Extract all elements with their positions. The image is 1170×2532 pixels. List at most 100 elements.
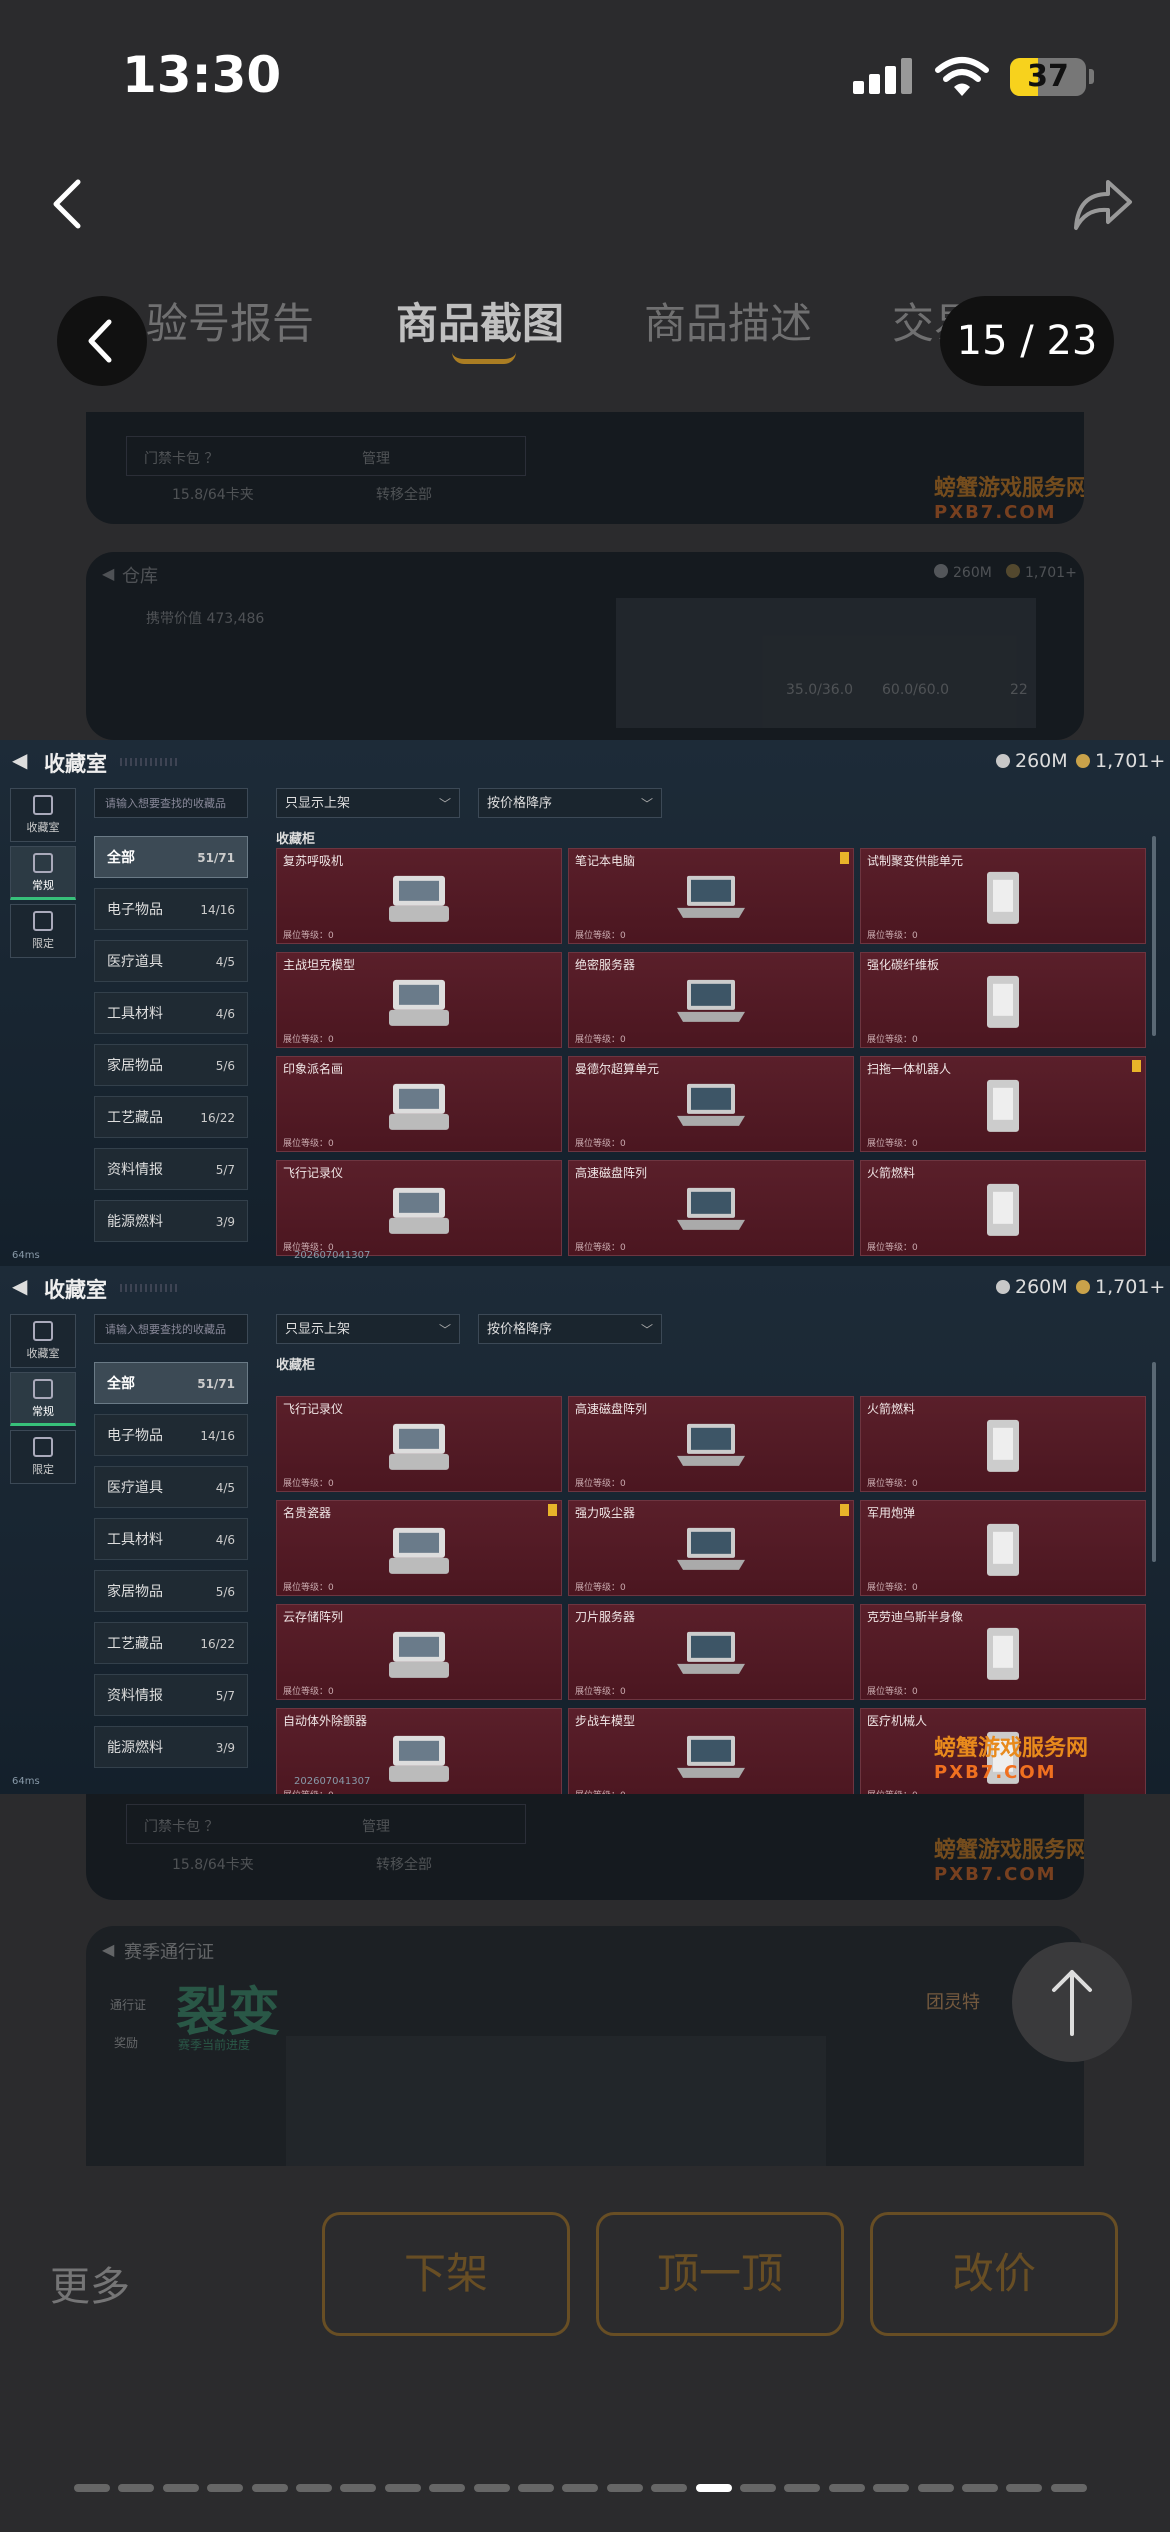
page-dot xyxy=(784,2484,821,2492)
collection-item[interactable]: 云存储阵列 展位等级：0 xyxy=(276,1604,562,1700)
category-item[interactable]: 资料情报 5/7 xyxy=(94,1148,248,1190)
gold-coin-icon xyxy=(1076,1280,1090,1294)
item-image-icon xyxy=(379,1728,459,1792)
back-icon[interactable] xyxy=(44,176,88,232)
collection-search-input[interactable]: 请输入想要查找的收藏品 xyxy=(94,1314,248,1344)
page-dot xyxy=(340,2484,377,2492)
filter-dropdown[interactable]: 只显示上架 ﹀ xyxy=(276,1314,460,1344)
tab-description[interactable]: 商品描述 xyxy=(644,290,812,351)
tab-inspection-report[interactable]: 验号报告 xyxy=(146,290,314,351)
section-title: 收藏柜 xyxy=(276,832,316,847)
item-image-icon xyxy=(379,1624,459,1688)
share-icon[interactable] xyxy=(1070,172,1134,236)
scroll-to-top-button[interactable] xyxy=(1012,1942,1132,2062)
game-side-tab[interactable]: 限定 xyxy=(10,904,76,958)
game-screenshot-2: ◀ 收藏室 260M 1,701+ 收藏室 常规 限定 请输入想要查找的收藏品 只显示上架 ﹀ 按价… xyxy=(0,1266,1170,1794)
category-item[interactable]: 医疗道具 4/5 xyxy=(94,1466,248,1508)
bump-button[interactable]: 顶一顶 xyxy=(596,2212,844,2336)
collection-item[interactable]: 高速磁盘阵列 展位等级：0 xyxy=(568,1396,854,1492)
category-item[interactable]: 全部 51/71 xyxy=(94,836,248,878)
collection-item[interactable]: 火箭燃料 展位等级：0 xyxy=(860,1396,1146,1492)
collection-item[interactable]: 试制聚变供能单元 展位等级：0 xyxy=(860,848,1146,944)
page-dot xyxy=(651,2484,688,2492)
category-item[interactable]: 电子物品 14/16 xyxy=(94,888,248,930)
category-item[interactable]: 资料情报 5/7 xyxy=(94,1674,248,1716)
game-side-tab[interactable]: 常规 xyxy=(10,1372,76,1426)
category-item[interactable]: 工具材料 4/6 xyxy=(94,992,248,1034)
sort-dropdown[interactable]: 按价格降序 ﹀ xyxy=(478,1314,662,1344)
arrow-up-icon xyxy=(1052,1970,1092,2036)
game-back-icon[interactable]: ◀ xyxy=(12,1274,27,1298)
item-image-icon xyxy=(379,868,459,932)
page-dot xyxy=(828,2484,865,2492)
game-title: 收藏室 xyxy=(44,1278,107,1302)
item-image-icon xyxy=(963,972,1043,1036)
category-item[interactable]: 工艺藏品 16/22 xyxy=(94,1096,248,1138)
collection-item[interactable]: 扫拖一体机器人 展位等级：0 xyxy=(860,1056,1146,1152)
tab-icon xyxy=(33,1379,53,1399)
collection-item[interactable]: 刀片服务器 展位等级：0 xyxy=(568,1604,854,1700)
collection-item[interactable]: 复苏呼吸机 展位等级：0 xyxy=(276,848,562,944)
viewer-back-button[interactable] xyxy=(57,296,147,386)
item-image-icon xyxy=(671,1728,751,1792)
sort-dropdown[interactable]: 按价格降序 ﹀ xyxy=(478,788,662,818)
collection-item[interactable]: 高速磁盘阵列 展位等级：0 xyxy=(568,1160,854,1256)
collection-item[interactable]: 军用炮弹 展位等级：0 xyxy=(860,1500,1146,1596)
tab-screenshots[interactable]: 商品截图 xyxy=(396,290,564,351)
collection-item[interactable]: 强力吸尘器 展位等级：0 xyxy=(568,1500,854,1596)
game-side-tab[interactable]: 收藏室 xyxy=(10,1314,76,1368)
tab-icon xyxy=(33,853,53,873)
more-button[interactable]: 更多 xyxy=(50,2254,130,2312)
tab-icon xyxy=(33,1437,53,1457)
collection-item[interactable]: 绝密服务器 展位等级：0 xyxy=(568,952,854,1048)
page-dot xyxy=(384,2484,421,2492)
category-item[interactable]: 能源燃料 3/9 xyxy=(94,1200,248,1242)
collection-item[interactable]: 名贵瓷器 展位等级：0 xyxy=(276,1500,562,1596)
alert-badge-icon xyxy=(1132,1060,1141,1072)
status-time: 13:30 xyxy=(122,46,282,104)
collection-item[interactable]: 主战坦克模型 展位等级：0 xyxy=(276,952,562,1048)
silver-currency: 260M xyxy=(996,1276,1068,1298)
category-item[interactable]: 家居物品 5/6 xyxy=(94,1044,248,1086)
game-title: 收藏室 xyxy=(44,752,107,776)
watermark: 螃蟹游戏服务网 PXB7.COM xyxy=(934,1736,1089,1783)
collection-item[interactable]: 飞行记录仪 展位等级：0 xyxy=(276,1160,562,1256)
category-item[interactable]: 工艺藏品 16/22 xyxy=(94,1622,248,1664)
image-counter: 15 / 23 xyxy=(940,296,1114,386)
change-price-button[interactable]: 改价 xyxy=(870,2212,1118,2336)
category-item[interactable]: 能源燃料 3/9 xyxy=(94,1726,248,1768)
filter-dropdown[interactable]: 只显示上架 ﹀ xyxy=(276,788,460,818)
collection-item[interactable]: 强化碳纤维板 展位等级：0 xyxy=(860,952,1146,1048)
silver-coin-icon xyxy=(996,1280,1010,1294)
cellular-signal-icon xyxy=(853,58,913,94)
collection-item[interactable]: 克劳迪乌斯半身像 展位等级：0 xyxy=(860,1604,1146,1700)
collection-item[interactable]: 曼德尔超算单元 展位等级：0 xyxy=(568,1056,854,1152)
game-side-tab[interactable]: 常规 xyxy=(10,846,76,900)
collection-search-input[interactable]: 请输入想要查找的收藏品 xyxy=(94,788,248,818)
category-item[interactable]: 家居物品 5/6 xyxy=(94,1570,248,1612)
category-item[interactable]: 工具材料 4/6 xyxy=(94,1518,248,1560)
battery-icon: 37 xyxy=(1010,58,1086,96)
collection-item[interactable]: 印象派名画 展位等级：0 xyxy=(276,1056,562,1152)
collection-item[interactable]: 笔记本电脑 展位等级：0 xyxy=(568,848,854,944)
collection-item[interactable]: 火箭燃料 展位等级：0 xyxy=(860,1160,1146,1256)
delist-button[interactable]: 下架 xyxy=(322,2212,570,2336)
screenshot-thumb-bottom: 门禁卡包 ？ 管理 15.8/64卡夹 转移全部 螃蟹游戏服务网 PXB7.COM xyxy=(86,1794,1084,1900)
game-side-tab[interactable]: 收藏室 xyxy=(10,788,76,842)
page-dot xyxy=(873,2484,910,2492)
status-bar: 13:30 37 xyxy=(0,0,1170,150)
collection-item[interactable]: 步战车模型展位等级：0 xyxy=(568,1708,854,1794)
game-back-icon[interactable]: ◀ xyxy=(12,748,27,772)
collection-item[interactable]: 飞行记录仪 展位等级：0 xyxy=(276,1396,562,1492)
scrollbar[interactable] xyxy=(1152,1362,1156,1562)
scrollbar[interactable] xyxy=(1152,836,1156,1036)
page-dot xyxy=(296,2484,332,2492)
page-dot xyxy=(562,2484,599,2492)
page-indicator xyxy=(74,2484,1096,2492)
game-side-tab[interactable]: 限定 xyxy=(10,1430,76,1484)
item-image-icon xyxy=(671,1180,751,1244)
category-item[interactable]: 医疗道具 4/5 xyxy=(94,940,248,982)
category-item[interactable]: 全部 51/71 xyxy=(94,1362,248,1404)
chevron-down-icon: ﹀ xyxy=(438,797,451,811)
category-item[interactable]: 电子物品 14/16 xyxy=(94,1414,248,1456)
